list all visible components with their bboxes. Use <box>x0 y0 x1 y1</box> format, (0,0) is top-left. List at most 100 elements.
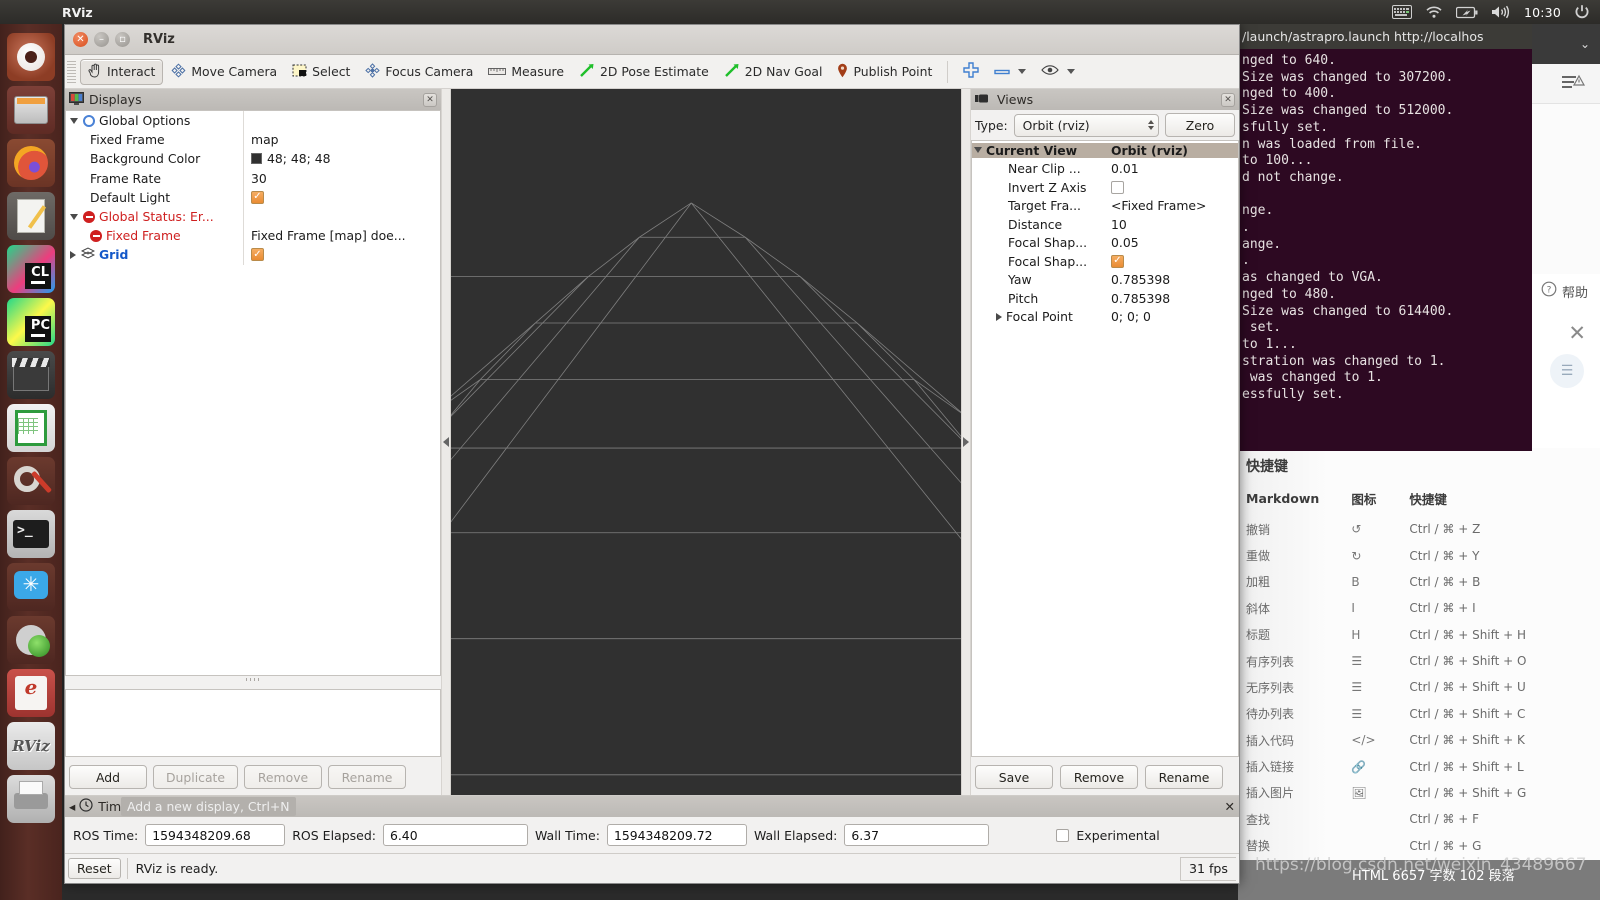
view-property-value-cell[interactable]: 10 <box>1106 217 1238 232</box>
display-row[interactable]: Grid ✓ <box>66 245 440 265</box>
display-row-value-cell[interactable]: 30 <box>243 168 440 188</box>
checkbox-checked[interactable]: ✓ <box>1111 254 1124 268</box>
launcher-item-text-editor[interactable] <box>7 192 55 240</box>
launcher-item-ubuntu-dash[interactable] <box>7 33 55 81</box>
view-property-value-cell[interactable]: 0.785398 <box>1106 291 1238 306</box>
window-minimize-button[interactable]: – <box>94 32 109 47</box>
view-property-value-cell[interactable]: Orbit (rviz) <box>1106 142 1238 158</box>
view-property-value-cell[interactable]: 0.01 <box>1106 161 1238 176</box>
keyboard-icon[interactable] <box>1391 5 1412 19</box>
power-icon[interactable] <box>1574 4 1590 20</box>
display-row-value-cell[interactable]: 48; 48; 48 <box>243 149 440 169</box>
view-property-row[interactable]: Near Clip ... 0.01 <box>972 160 1238 179</box>
launcher-item-pycharm[interactable]: PC <box>7 298 55 346</box>
display-row-value-cell[interactable]: ✓ <box>243 245 440 265</box>
display-row[interactable]: Background Color 48; 48; 48 <box>66 149 440 169</box>
display-row[interactable]: Fixed Frame Fixed Frame [map] doe... <box>66 226 440 246</box>
tool-measure[interactable]: Measure <box>481 59 571 85</box>
checkbox-checked[interactable]: ✓ <box>251 190 264 204</box>
display-row-value-cell[interactable] <box>243 111 440 131</box>
launcher-item-terminal[interactable]: >_ <box>7 510 55 558</box>
chevron-down-icon[interactable] <box>1067 69 1076 74</box>
display-row[interactable]: Fixed Frame map <box>66 130 440 150</box>
view-property-value-cell[interactable]: 0.785398 <box>1106 272 1238 287</box>
display-row-value-cell[interactable]: Fixed Frame [map] doe... <box>243 226 440 246</box>
display-row-value-cell[interactable] <box>243 206 440 227</box>
view-property-value-cell[interactable] <box>1106 180 1238 194</box>
display-row[interactable]: Default Light ✓ <box>66 187 440 207</box>
launcher-item-files[interactable] <box>7 86 55 134</box>
view-property-value-cell[interactable]: 0.05 <box>1106 235 1238 250</box>
window-close-button[interactable]: ✕ <box>73 32 88 47</box>
expander-expand-icon[interactable] <box>996 312 1002 321</box>
rename-display-button[interactable]: Rename <box>328 765 407 789</box>
view-property-row[interactable]: Current View Orbit (rviz) <box>972 141 1238 160</box>
panel-splitter[interactable] <box>65 676 441 683</box>
duplicate-display-button[interactable]: Duplicate <box>153 765 239 789</box>
close-icon[interactable]: ✕ <box>423 92 437 107</box>
view-property-row[interactable]: Distance 10 <box>972 215 1238 234</box>
wall-time-input[interactable]: 1594348209.72 <box>606 824 747 846</box>
window-maximize-button[interactable]: ▫ <box>115 32 130 47</box>
wifi-icon[interactable] <box>1425 5 1443 19</box>
displays-tree[interactable]: Global Options Fixed Frame map Background C… <box>65 110 441 676</box>
view-type-select[interactable]: Orbit (rviz) <box>1013 113 1159 137</box>
view-property-value-cell[interactable]: <Fixed Frame> <box>1106 198 1238 213</box>
tool-interact[interactable]: Interact <box>80 58 164 85</box>
right-collapse-handle[interactable] <box>961 89 971 795</box>
view-property-row[interactable]: Target Fra... <Fixed Frame> <box>972 197 1238 216</box>
color-swatch[interactable] <box>251 153 262 165</box>
view-property-row[interactable]: Invert Z Axis <box>972 178 1238 197</box>
add-tool-button[interactable] <box>956 59 986 85</box>
launcher-item-document-viewer[interactable]: e <box>7 669 55 717</box>
left-arrow-icon[interactable]: ◂ <box>69 799 75 814</box>
tool-publish-point[interactable]: Publish Point <box>830 59 939 85</box>
remove-display-button[interactable]: Remove <box>244 765 323 789</box>
launcher-item-clion[interactable]: CL <box>7 245 55 293</box>
view-property-row[interactable]: Focal Point 0; 0; 0 <box>972 308 1238 327</box>
hamburger-warning-icon[interactable] <box>1560 72 1586 95</box>
tool-pose-estimate[interactable]: 2D Pose Estimate <box>572 59 716 85</box>
expander-collapse-icon[interactable] <box>70 117 78 124</box>
view-property-row[interactable]: Pitch 0.785398 <box>972 289 1238 308</box>
launcher-item-rviz[interactable]: RViz <box>7 722 55 770</box>
left-collapse-handle[interactable] <box>441 89 451 795</box>
expander-collapse-icon[interactable] <box>70 213 78 220</box>
checkbox-unchecked[interactable] <box>1111 180 1124 194</box>
tool-focus-camera[interactable]: Focus Camera <box>358 59 480 85</box>
question-circle-icon[interactable]: ? <box>1541 281 1557 301</box>
view-property-row[interactable]: Yaw 0.785398 <box>972 271 1238 290</box>
wall-elapsed-input[interactable]: 6.37 <box>844 824 990 846</box>
view-property-row[interactable]: Focal Shap... 0.05 <box>972 234 1238 253</box>
visibility-button[interactable] <box>1034 59 1082 85</box>
view-property-row[interactable]: Focal Shap... ✓ <box>972 252 1238 271</box>
display-row[interactable]: Global Options <box>66 111 440 131</box>
expander-expand-icon[interactable] <box>70 250 76 259</box>
view-property-value-cell[interactable]: ✓ <box>1106 254 1238 268</box>
spinner-arrows-icon[interactable] <box>1148 120 1154 130</box>
zero-button[interactable]: Zero <box>1165 113 1235 137</box>
tool-nav-goal[interactable]: 2D Nav Goal <box>717 59 830 85</box>
ros-elapsed-input[interactable]: 6.40 <box>382 824 528 846</box>
remove-view-button[interactable]: Remove <box>1060 765 1138 789</box>
terminal-output[interactable]: nged to 640. Size was changed to 307200.… <box>1238 49 1532 404</box>
display-row[interactable]: Global Status: Er... <box>66 206 440 227</box>
render-viewport-3d[interactable] <box>451 89 961 795</box>
display-row-value-cell[interactable]: ✓ <box>243 187 440 207</box>
launcher-item-libreoffice-calc[interactable] <box>7 404 55 452</box>
add-display-button[interactable]: Add <box>69 765 147 789</box>
tool-select[interactable]: Select <box>285 59 357 85</box>
remove-tool-button[interactable] <box>987 59 1033 85</box>
launcher-item-firefox[interactable] <box>7 139 55 187</box>
bgapp-floating-button[interactable]: ☰ <box>1550 354 1584 388</box>
launcher-item-system-tools[interactable] <box>7 457 55 505</box>
launcher-item-printers[interactable] <box>7 775 55 823</box>
launcher-item-gazebo[interactable] <box>7 616 55 664</box>
chevron-down-icon[interactable]: ⌄ <box>1580 37 1590 51</box>
launcher-item-video-editor[interactable] <box>7 351 55 399</box>
toolbar-grip[interactable] <box>67 60 76 83</box>
close-icon[interactable]: ✕ <box>1221 92 1235 107</box>
save-view-button[interactable]: Save <box>975 765 1053 789</box>
rename-view-button[interactable]: Rename <box>1145 765 1223 789</box>
clock[interactable]: 10:30 <box>1524 5 1561 20</box>
